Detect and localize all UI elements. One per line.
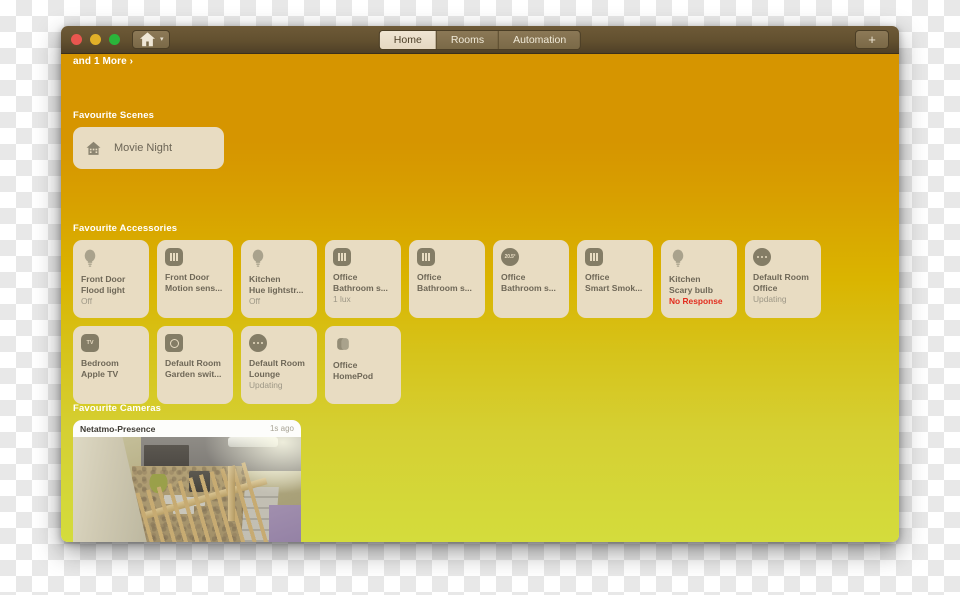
minimize-button[interactable] (90, 34, 101, 45)
appletv-icon: TV (81, 334, 99, 352)
window-titlebar: ▾ Home Rooms Automation + (61, 26, 899, 54)
camera-name: Netatmo-Presence (80, 423, 156, 434)
view-tabs[interactable]: Home Rooms Automation (378, 30, 582, 50)
accessory-name-line2: Hue lightstr... (249, 284, 304, 295)
house-icon (138, 30, 157, 49)
bulb-icon (669, 248, 730, 268)
updating-dots-icon (753, 248, 771, 266)
sensor-icon (333, 248, 351, 266)
accessory-state: No Response (669, 296, 723, 306)
accessory-card[interactable]: Office HomePod (325, 326, 401, 404)
accessory-name-line1: Default Room (249, 358, 305, 368)
updating-dots-icon (249, 334, 267, 352)
accessory-name-line2: Bathroom s... (333, 282, 388, 293)
sensor-icon (165, 248, 183, 266)
accessory-card[interactable]: Front Door Flood light Off (73, 240, 149, 318)
accessory-name-line1: Office (417, 272, 442, 282)
accessory-name-line2: Office (753, 282, 778, 293)
accessory-card[interactable]: 20.5° Office Bathroom s... (493, 240, 569, 318)
accessory-name-line2: Motion sens... (165, 282, 223, 293)
section-favourite-cameras: Favourite Cameras Netatmo-Presence 1s ag… (73, 403, 301, 542)
appletv-icon-label: TV (86, 340, 94, 346)
zoom-button[interactable] (109, 34, 120, 45)
accessory-name-line2: Bathroom s... (417, 282, 472, 293)
chevron-down-icon: ▾ (160, 36, 164, 43)
accessory-state: Off (81, 296, 93, 306)
accessory-name-line1: Front Door (81, 274, 126, 284)
accessory-card[interactable]: Office Bathroom s... (409, 240, 485, 318)
camera-snapshot[interactable] (73, 437, 301, 542)
outlet-icon (165, 334, 183, 352)
accessory-name-line1: Office (333, 272, 358, 282)
accessory-name-line1: Office (501, 272, 526, 282)
accessory-name-line2: Apple TV (81, 368, 119, 379)
section-title-scenes: Favourite Scenes (73, 110, 155, 121)
accessory-name-line1: Office (585, 272, 610, 282)
scene-label: Movie Night (114, 142, 173, 154)
accessory-name-line1: Kitchen (669, 274, 701, 284)
accessory-state: Off (249, 296, 261, 306)
accessory-card[interactable]: TV Bedroom Apple TV (73, 326, 149, 404)
sensor-icon (417, 248, 435, 266)
accessory-card[interactable]: Kitchen Scary bulb No Response (661, 240, 737, 318)
camera-header: Netatmo-Presence 1s ago (73, 420, 301, 437)
accessory-card[interactable]: Default Room Office Updating (745, 240, 821, 318)
accessory-name-line2: Scary bulb (669, 284, 713, 295)
accessory-name-line2: Bathroom s... (501, 282, 556, 293)
scene-card-movie-night[interactable]: Movie Night (73, 127, 224, 169)
homepod-icon (333, 334, 394, 354)
accessory-name-line2: Garden swit... (165, 368, 222, 379)
house-icon (84, 139, 103, 158)
tab-automation[interactable]: Automation (499, 31, 581, 49)
accessory-name-line2: HomePod (333, 370, 374, 381)
section-favourite-accessories: Favourite Accessories Front Door Flood l… (73, 223, 899, 404)
bulb-icon (249, 248, 310, 268)
accessory-name-line1: Office (333, 360, 358, 370)
accessory-card[interactable]: Default Room Lounge Updating (241, 326, 317, 404)
accessory-name-line2: Smart Smok... (585, 282, 643, 293)
traffic-lights (71, 34, 120, 45)
and-more-link[interactable]: and 1 More › (73, 56, 133, 67)
close-button[interactable] (71, 34, 82, 45)
section-favourite-scenes: Favourite Scenes Movie Night (73, 110, 224, 169)
section-title-cameras: Favourite Cameras (73, 403, 162, 414)
accessory-state: 1 lux (333, 294, 351, 304)
accessory-name-line1: Default Room (753, 272, 809, 282)
accessory-card[interactable]: Office Smart Smok... (577, 240, 653, 318)
accessory-state: Updating (753, 294, 787, 304)
app-window: ▾ Home Rooms Automation + and 1 More › F… (61, 26, 899, 542)
home-content: and 1 More › Favourite Scenes Movie Nigh… (61, 54, 899, 542)
tab-rooms[interactable]: Rooms (436, 31, 500, 49)
accessories-grid: Front Door Flood light Off Front Door Mo… (73, 240, 899, 404)
sensor-icon (585, 248, 603, 266)
accessory-card[interactable]: Front Door Motion sens... (157, 240, 233, 318)
add-button[interactable]: + (855, 30, 889, 49)
accessory-card[interactable]: Office Bathroom s... 1 lux (325, 240, 401, 318)
bulb-icon (81, 248, 142, 268)
camera-card[interactable]: Netatmo-Presence 1s ago (73, 420, 301, 542)
temperature-icon: 20.5° (501, 248, 519, 266)
camera-timestamp: 1s ago (269, 424, 294, 433)
accessory-card[interactable]: Kitchen Hue lightstr... Off (241, 240, 317, 318)
section-title-accessories: Favourite Accessories (73, 223, 178, 234)
accessory-name-line1: Bedroom (81, 358, 119, 368)
accessory-name-line2: Flood light (81, 284, 125, 295)
accessory-state: Updating (249, 380, 283, 390)
home-selector-button[interactable]: ▾ (132, 30, 170, 49)
accessory-name-line1: Kitchen (249, 274, 281, 284)
tab-home[interactable]: Home (379, 31, 437, 49)
accessory-name-line1: Default Room (165, 358, 221, 368)
accessory-card[interactable]: Default Room Garden swit... (157, 326, 233, 404)
accessory-name-line1: Front Door (165, 272, 210, 282)
accessory-name-line2: Lounge (249, 368, 281, 379)
